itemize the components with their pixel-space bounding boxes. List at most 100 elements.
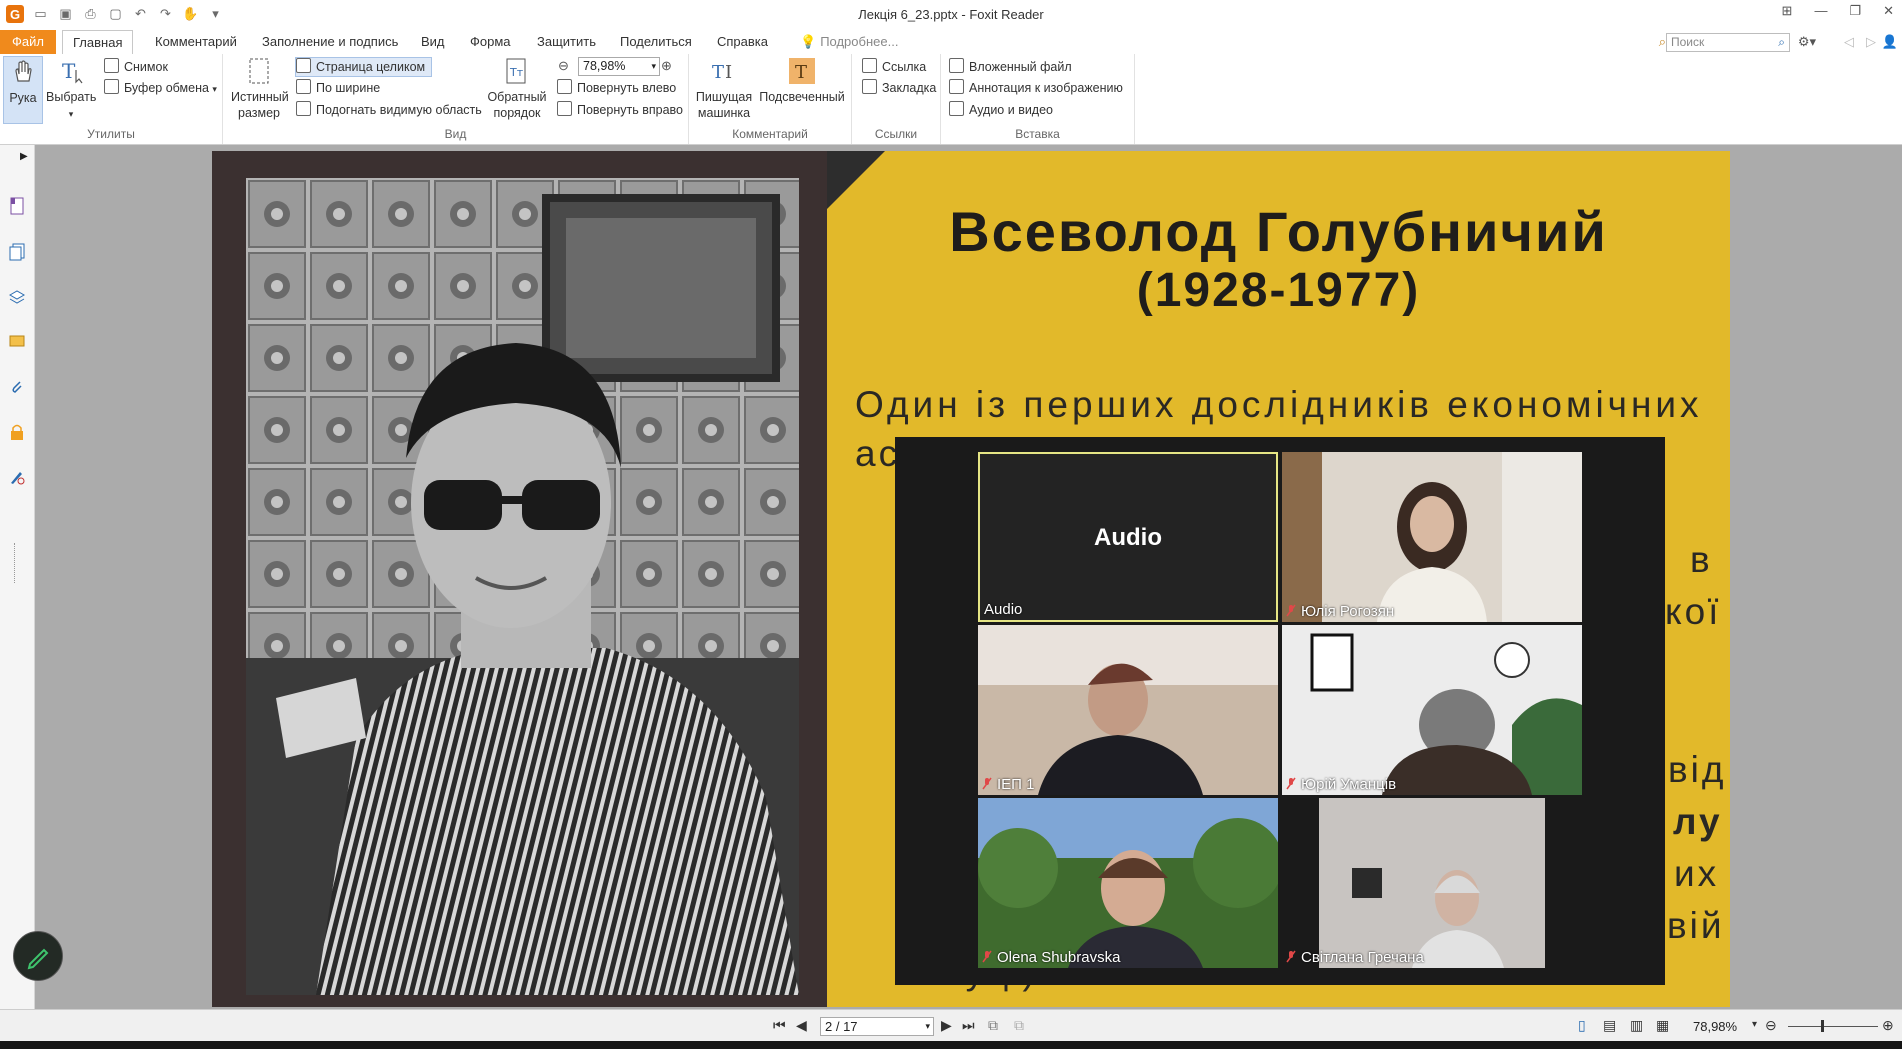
zoom-gallery-panel[interactable]: Audio Audio Юлія Рогозян ІЕП 1 Юрій Уман… <box>895 437 1665 985</box>
zoom-slider[interactable] <box>1788 1026 1878 1027</box>
svg-text:Tт: Tт <box>509 66 524 79</box>
typewriter-button[interactable]: TI Пишущая машинка <box>695 56 753 121</box>
window-controls: ⊞ — ❐ ✕ <box>1782 3 1894 19</box>
close-icon[interactable]: ✕ <box>1883 3 1894 19</box>
utilities-group-label: Утилиты <box>87 127 135 141</box>
facing-view-icon[interactable]: ▥ <box>1630 1017 1643 1034</box>
tab-home[interactable]: Главная <box>62 30 134 56</box>
next-view-icon[interactable]: ⧉ <box>1014 1017 1024 1034</box>
portrait-image <box>246 178 799 995</box>
tab-protect[interactable]: Защитить <box>527 30 606 54</box>
folder-search-icon[interactable]: ⌕ <box>1659 34 1666 50</box>
undo-icon[interactable]: ↶ <box>132 6 149 23</box>
signatures-panel-icon[interactable] <box>8 468 26 486</box>
clipboard-dropdown-icon[interactable]: ▾ <box>212 84 217 94</box>
attachment-button[interactable]: Вложенный файл <box>949 58 1072 76</box>
minimize-icon[interactable]: — <box>1814 3 1827 19</box>
rotate-right-button[interactable]: Повернуть вправо <box>557 101 683 119</box>
group-links: Ссылка Закладка Ссылки <box>852 54 941 144</box>
page-number-value: 2 / 17 <box>825 1019 858 1034</box>
continuous-view-icon[interactable]: ▤ <box>1603 1017 1616 1034</box>
next-page-icon[interactable]: ▶ <box>941 1017 952 1034</box>
zoom-dropdown-icon[interactable]: ▾ <box>1752 1019 1757 1030</box>
participant-tile-audio[interactable]: Audio Audio <box>978 452 1278 622</box>
redo-icon[interactable]: ↷ <box>157 6 174 23</box>
pages-panel-icon[interactable] <box>8 243 26 261</box>
single-page-view-icon[interactable]: ▯ <box>1578 1017 1586 1034</box>
print-icon[interactable]: ⎙ <box>82 6 99 23</box>
zoom-dropdown-icon[interactable]: ▾ <box>651 58 656 75</box>
customize-toolbar-icon[interactable]: ▾ <box>207 6 224 23</box>
zoom-in-icon[interactable]: ⊕ <box>661 58 672 74</box>
settings-icon[interactable]: ⚙▾ <box>1798 34 1816 50</box>
tab-view[interactable]: Вид <box>411 30 455 54</box>
restore-icon[interactable]: ❐ <box>1849 3 1861 19</box>
clipboard-button[interactable]: Буфер обмена ▾ <box>104 79 217 97</box>
participant-video <box>978 625 1278 795</box>
first-page-icon[interactable]: ⏮ <box>773 1017 786 1034</box>
fit-visible-button[interactable]: Подогнать видимую область <box>296 101 482 119</box>
security-panel-icon[interactable] <box>8 423 26 441</box>
bookmarks-panel-icon[interactable] <box>8 197 26 215</box>
status-zoom-out-icon[interactable]: ⊖ <box>1765 1017 1777 1034</box>
fit-visible-icon <box>296 101 311 116</box>
participant-name: Olena Shubravska <box>997 949 1121 966</box>
attachments-panel-icon[interactable] <box>8 378 26 396</box>
audio-video-button[interactable]: Аудио и видео <box>949 101 1053 119</box>
search-input[interactable]: Поиск ⌕ <box>1666 33 1790 52</box>
save-icon[interactable]: ▣ <box>57 6 74 23</box>
hand-tool-icon[interactable]: ✋ <box>182 6 199 23</box>
bookmark-button[interactable]: Закладка <box>862 79 936 97</box>
expand-panel-icon[interactable]: ▶ <box>20 151 28 162</box>
file-menu[interactable]: Файл <box>0 30 56 54</box>
highlight-button[interactable]: T Подсвеченный <box>757 56 847 105</box>
reverse-order-button[interactable]: Tт Обратный порядок <box>486 56 548 121</box>
select-dropdown-icon[interactable]: ▾ <box>69 109 74 119</box>
user-icon[interactable]: 👤 <box>1882 34 1898 50</box>
status-zoom-in-icon[interactable]: ⊕ <box>1882 1017 1894 1034</box>
annotate-button[interactable] <box>13 931 63 981</box>
link-button[interactable]: Ссылка <box>862 58 926 76</box>
page-dropdown-icon[interactable]: ▾ <box>925 1018 930 1035</box>
back-icon[interactable]: ◁ <box>1844 34 1854 50</box>
previous-view-icon[interactable]: ⧉ <box>988 1017 998 1034</box>
page-number-field[interactable]: 2 / 17 ▾ <box>820 1017 934 1036</box>
layers-panel-icon[interactable] <box>8 288 26 306</box>
fit-page-button[interactable]: Страница целиком <box>295 57 433 77</box>
select-button[interactable]: T Выбрать ▾ <box>46 56 96 122</box>
tab-help[interactable]: Справка <box>707 30 778 54</box>
panel-resize-handle[interactable] <box>14 543 17 583</box>
hand-button[interactable]: Рука <box>3 56 43 124</box>
zoom-out-icon[interactable]: ⊖ <box>558 58 569 74</box>
tell-me[interactable]: 💡 Подробнее... <box>790 30 908 54</box>
prev-page-icon[interactable]: ◀ <box>796 1017 807 1034</box>
continuous-facing-view-icon[interactable]: ▦ <box>1656 1017 1669 1034</box>
participant-tile-svitlana[interactable]: Світлана Гречана <box>1282 798 1582 968</box>
participant-tile-yurii[interactable]: Юрій Уманців <box>1282 625 1582 795</box>
slide-photo-panel <box>212 151 827 1007</box>
actual-size-button[interactable]: Истинный размер <box>231 56 289 121</box>
forward-icon[interactable]: ▷ <box>1866 34 1876 50</box>
svg-text:T: T <box>795 62 807 83</box>
tab-form[interactable]: Форма <box>460 30 521 54</box>
tab-comment[interactable]: Комментарий <box>145 30 247 54</box>
search-icon[interactable]: ⌕ <box>1778 34 1785 51</box>
participant-tile-olena[interactable]: Olena Shubravska <box>978 798 1278 968</box>
rotate-left-button[interactable]: Повернуть влево <box>557 79 676 97</box>
participant-tile-iep1[interactable]: ІЕП 1 <box>978 625 1278 795</box>
tab-fill-sign[interactable]: Заполнение и подпись <box>252 30 408 54</box>
image-annotation-button[interactable]: Аннотация к изображению <box>949 79 1123 97</box>
tab-share[interactable]: Поделиться <box>610 30 702 54</box>
open-icon[interactable]: ▭ <box>32 6 49 23</box>
layout-icon[interactable]: ⊞ <box>1782 3 1793 19</box>
zoom-field[interactable]: 78,98% ▾ <box>578 57 660 76</box>
last-page-icon[interactable]: ⏭ <box>962 1017 975 1034</box>
foxit-app-icon[interactable]: G <box>6 5 24 23</box>
participant-tile-yuliia[interactable]: Юлія Рогозян <box>1282 452 1582 622</box>
comments-panel-icon[interactable] <box>8 333 26 351</box>
snapshot-button[interactable]: Снимок <box>104 58 168 76</box>
zoom-slider-thumb[interactable] <box>1821 1020 1824 1032</box>
screen-icon[interactable]: ▢ <box>107 6 124 23</box>
hand-icon <box>15 60 32 82</box>
fit-width-button[interactable]: По ширине <box>296 79 380 97</box>
